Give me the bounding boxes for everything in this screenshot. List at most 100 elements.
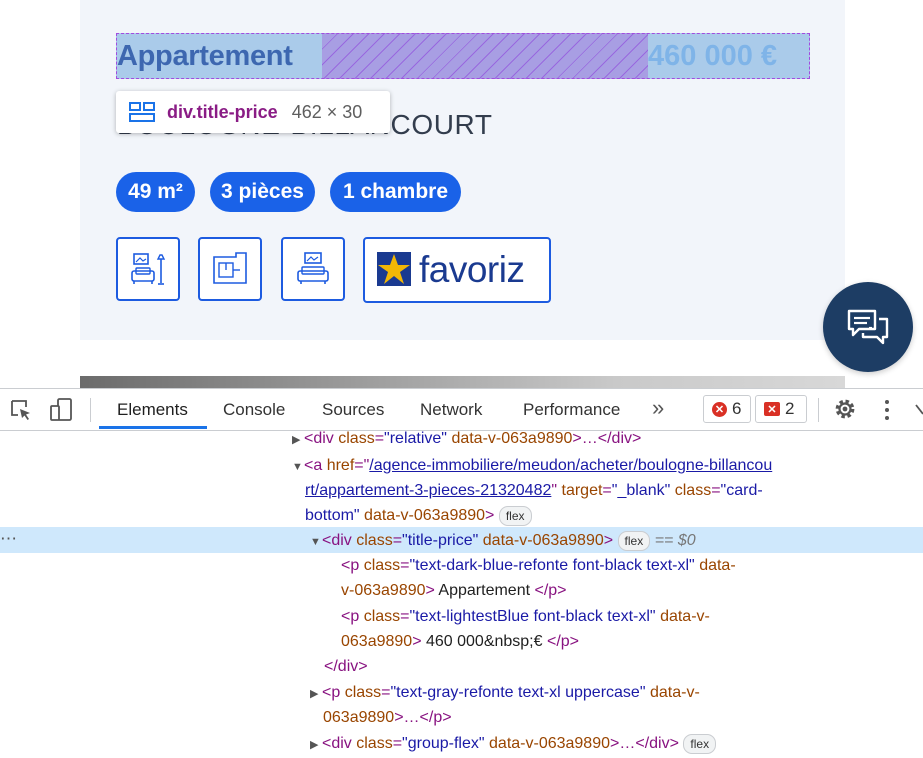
- dom-node-div-relative[interactable]: ▶ <div class="relative" data-v-063a9890>……: [292, 426, 641, 451]
- listing-photo: [80, 376, 845, 388]
- attr-name: data-v-063a9890: [489, 735, 610, 752]
- flex-badge[interactable]: flex: [498, 505, 532, 526]
- tag-end: </div>: [324, 658, 368, 675]
- attr-name: v-063a9890: [341, 582, 426, 599]
- attr-name: href: [326, 457, 355, 474]
- listing-type[interactable]: Appartement: [117, 38, 293, 74]
- dom-node-p-price[interactable]: <p class="text-lightestBlue font-black t…: [341, 604, 710, 629]
- attr-name: class: [363, 608, 401, 625]
- attr-name: class: [338, 430, 375, 447]
- issues-count-badge[interactable]: ✕ 2: [755, 395, 807, 423]
- tag-end: </p>: [546, 633, 579, 650]
- flex-layout-icon: [129, 102, 155, 122]
- attr-name: 063a9890: [323, 709, 395, 726]
- tag-close: >: [603, 532, 614, 549]
- flex-badge[interactable]: flex: [683, 733, 717, 754]
- attr-name: data-v-: [660, 608, 710, 625]
- tab-network[interactable]: Network: [420, 389, 482, 430]
- chip-surface: 49 m²: [116, 172, 195, 212]
- attr-value: "title-price": [402, 532, 479, 549]
- chip-rooms: 3 pièces: [210, 172, 315, 212]
- active-tab-indicator: [99, 426, 207, 429]
- listing-price[interactable]: 460 000 €: [648, 38, 777, 74]
- dom-node-group-flex[interactable]: ▶ <div class="group-flex" data-v-063a9890…: [310, 731, 717, 758]
- attr-value: "card-: [720, 482, 763, 499]
- attr-name: class: [363, 557, 401, 574]
- flex-badge[interactable]: flex: [617, 530, 651, 551]
- dom-node-p-city-cont: 063a9890>…</p>: [323, 705, 452, 730]
- tag-open: <div: [322, 735, 357, 752]
- living-room-feature[interactable]: [116, 237, 180, 301]
- tag-open: <p: [341, 608, 364, 625]
- tag-open: <p: [322, 684, 345, 701]
- tag-close: >…</div>: [610, 735, 679, 752]
- sofa-feature[interactable]: [281, 237, 345, 301]
- device-toolbar-icon[interactable]: [49, 397, 75, 423]
- tag-close: >: [485, 507, 495, 524]
- text-node: 460 000&nbsp;€: [421, 633, 547, 650]
- floor-plan-feature[interactable]: [198, 237, 262, 301]
- inspect-element-icon[interactable]: [9, 398, 33, 422]
- dom-node-p-city[interactable]: ▶ <p class="text-gray-refonte text-xl upp…: [310, 680, 700, 705]
- href-link[interactable]: /agence-immobiliere/meudon/acheter/boulo…: [369, 457, 772, 474]
- text-node: Appartement: [434, 582, 535, 599]
- attr-name: data-: [699, 557, 736, 574]
- expand-arrow-icon[interactable]: ▶: [310, 733, 322, 758]
- favoriz-button[interactable]: favoriz: [363, 237, 551, 303]
- tag-end: </p>: [534, 582, 567, 599]
- expand-arrow-icon[interactable]: ▶: [310, 682, 322, 707]
- settings-gear-icon[interactable]: [833, 397, 857, 421]
- more-tabs-button[interactable]: »: [652, 387, 664, 428]
- tag-open: <div: [322, 532, 357, 549]
- tab-elements[interactable]: Elements: [117, 389, 188, 430]
- dom-node-div-close: </div>: [324, 654, 368, 679]
- attr-name: class: [356, 735, 393, 752]
- tag-open: <div: [304, 430, 339, 447]
- attr-quote: ": [551, 482, 562, 499]
- error-icon: ✕: [712, 401, 727, 417]
- chat-button[interactable]: [823, 282, 913, 372]
- expand-arrow-icon[interactable]: ▶: [292, 428, 304, 453]
- sofa-icon: [297, 252, 329, 284]
- tag-close: >…</p>: [394, 709, 452, 726]
- tab-performance[interactable]: Performance: [523, 389, 620, 430]
- chat-icon: [847, 309, 889, 345]
- tab-console[interactable]: Console: [223, 389, 285, 430]
- collapse-arrow-icon[interactable]: ▼: [310, 530, 322, 555]
- error-count-badge[interactable]: ✕ 6: [703, 395, 751, 423]
- tooltip-selector: div.title-price: [167, 101, 278, 122]
- dom-node-anchor-cont: rt/appartement-3-pieces-21320482" target…: [305, 482, 763, 499]
- attr-value: "text-lightestBlue font-black text-xl": [409, 608, 656, 625]
- attr-value: bottom": [305, 507, 360, 524]
- close-devtools-icon[interactable]: [915, 402, 923, 418]
- tag-close: >…</div>: [572, 430, 642, 447]
- dom-node-anchor[interactable]: ▼<a href="/agence-immobiliere/meudon/ach…: [292, 453, 772, 478]
- floor-plan-icon: [213, 252, 247, 284]
- more-options-icon[interactable]: [878, 399, 896, 421]
- attr-name: data-v-063a9890: [364, 507, 486, 524]
- tag-open: <a: [304, 457, 327, 474]
- living-room-icon: [131, 253, 166, 285]
- tooltip-size: 462 × 30: [291, 101, 363, 122]
- attr-name: data-v-063a9890: [482, 532, 604, 549]
- tag-close: >: [412, 633, 422, 650]
- attr-name: target: [561, 482, 603, 499]
- error-count: 6: [732, 399, 742, 418]
- dom-node-p-price-cont: 063a9890> 460 000&nbsp;€ </p>: [341, 629, 579, 654]
- issues-icon: ✕: [764, 402, 780, 416]
- attr-value: "relative": [384, 430, 447, 447]
- toolbar-divider: [90, 398, 91, 422]
- attr-name: data-v-063a9890: [451, 430, 573, 447]
- attr-value: "text-dark-blue-refonte font-black text-…: [409, 557, 695, 574]
- dom-node-title-price[interactable]: ▼<div class="title-price" data-v-063a989…: [310, 528, 696, 553]
- tab-sources[interactable]: Sources: [322, 389, 384, 430]
- attr-value: "_blank": [611, 482, 671, 499]
- href-link[interactable]: rt/appartement-3-pieces-21320482: [305, 482, 551, 499]
- collapse-arrow-icon[interactable]: ▼: [292, 455, 304, 480]
- node-actions-menu[interactable]: ⋯: [0, 529, 18, 549]
- selected-node-ref: == $0: [654, 532, 696, 549]
- dom-node-anchor-cont: bottom" data-v-063a9890> flex: [305, 503, 532, 528]
- dom-node-p-type[interactable]: <p class="text-dark-blue-refonte font-bl…: [341, 553, 736, 578]
- attr-eq: =": [354, 457, 370, 474]
- attr-value: "text-gray-refonte text-xl uppercase": [390, 684, 646, 701]
